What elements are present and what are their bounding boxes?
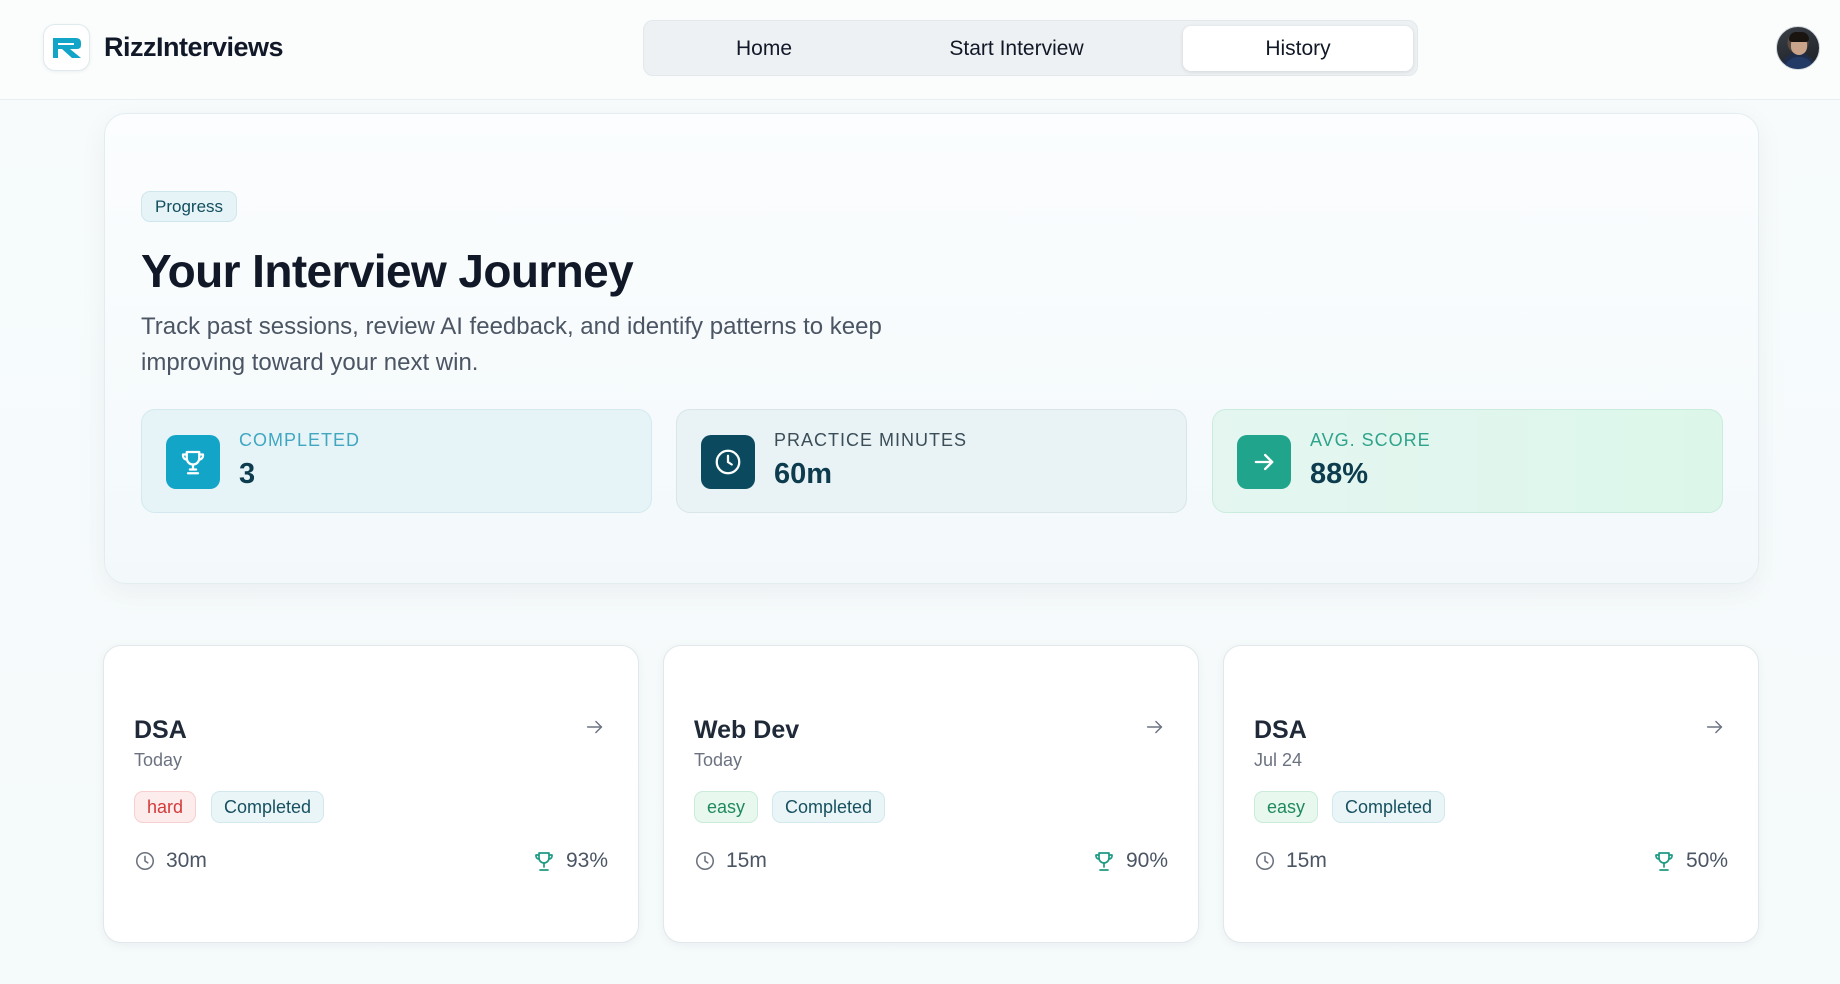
session-score: 50% — [1652, 849, 1728, 873]
user-avatar[interactable] — [1776, 26, 1820, 70]
session-card[interactable]: DSA Today hard Completed 30m 93% — [103, 645, 639, 943]
page-title: Your Interview Journey — [141, 245, 634, 297]
trophy-icon — [166, 435, 220, 489]
clock-icon — [695, 851, 715, 871]
session-card[interactable]: Web Dev Today easy Completed 15m 90% — [663, 645, 1199, 943]
open-session-arrow-icon[interactable] — [1704, 716, 1726, 738]
duration-value: 30m — [166, 849, 207, 872]
tab-home[interactable]: Home — [649, 26, 879, 71]
status-badge: Completed — [211, 791, 325, 823]
stat-label: PRACTICE MINUTES — [774, 430, 968, 450]
brand-name: RizzInterviews — [104, 32, 284, 62]
trophy-icon — [535, 852, 553, 871]
open-session-arrow-icon[interactable] — [1144, 716, 1166, 738]
score-value: 93% — [565, 849, 608, 872]
score-value: 90% — [1125, 849, 1168, 872]
trophy-icon — [1095, 852, 1113, 871]
session-title: DSA — [134, 716, 187, 744]
session-duration: 15m — [694, 849, 767, 873]
session-duration: 30m — [134, 849, 207, 873]
top-nav: RizzInterviews Home Start Interview Hist… — [0, 0, 1840, 100]
stat-value: 60m — [774, 458, 833, 490]
session-title: Web Dev — [694, 716, 800, 744]
session-date: Jul 24 — [1254, 750, 1303, 770]
session-title: DSA — [1254, 716, 1307, 744]
open-session-arrow-icon[interactable] — [584, 716, 606, 738]
score-value: 50% — [1685, 849, 1728, 872]
session-duration: 15m — [1254, 849, 1327, 873]
status-badge: Completed — [772, 791, 886, 823]
stat-value: 3 — [239, 458, 256, 490]
journey-hero: Progress Your Interview Journey Track pa… — [104, 113, 1759, 584]
difficulty-badge: hard — [134, 791, 197, 823]
tab-history[interactable]: History — [1183, 26, 1413, 71]
status-badge: Completed — [1332, 791, 1446, 823]
brand[interactable]: RizzInterviews — [43, 24, 284, 71]
duration-value: 15m — [1286, 849, 1327, 872]
page-subtitle: Track past sessions, review AI feedback,… — [141, 313, 882, 376]
main-tabs: Home Start Interview History — [643, 20, 1418, 76]
session-date: Today — [134, 750, 183, 770]
stat-avg-score: AVG. SCORE 88% — [1212, 409, 1723, 513]
clock-icon — [1255, 851, 1275, 871]
stat-label: AVG. SCORE — [1310, 430, 1431, 450]
tab-start-interview[interactable]: Start Interview — [884, 26, 1149, 71]
progress-chip: Progress — [141, 191, 238, 222]
difficulty-badge: easy — [1254, 791, 1319, 823]
stat-value: 88% — [1310, 458, 1369, 490]
stat-practice-minutes: PRACTICE MINUTES 60m — [676, 409, 1187, 513]
clock-icon — [701, 435, 755, 489]
session-card[interactable]: DSA Jul 24 easy Completed 15m 50% — [1223, 645, 1759, 943]
avatar-hair — [1789, 32, 1809, 42]
clock-icon — [135, 851, 155, 871]
difficulty-badge: easy — [694, 791, 759, 823]
arrow-right-icon — [1237, 435, 1291, 489]
session-score: 93% — [532, 849, 608, 873]
stat-completed: COMPLETED 3 — [141, 409, 652, 513]
stat-label: COMPLETED — [239, 430, 361, 450]
avatar-shirt — [1784, 57, 1814, 69]
session-date: Today — [694, 750, 743, 770]
trophy-icon — [1655, 852, 1673, 871]
duration-value: 15m — [726, 849, 767, 872]
brand-logo-icon — [43, 24, 90, 71]
session-score: 90% — [1092, 849, 1168, 873]
